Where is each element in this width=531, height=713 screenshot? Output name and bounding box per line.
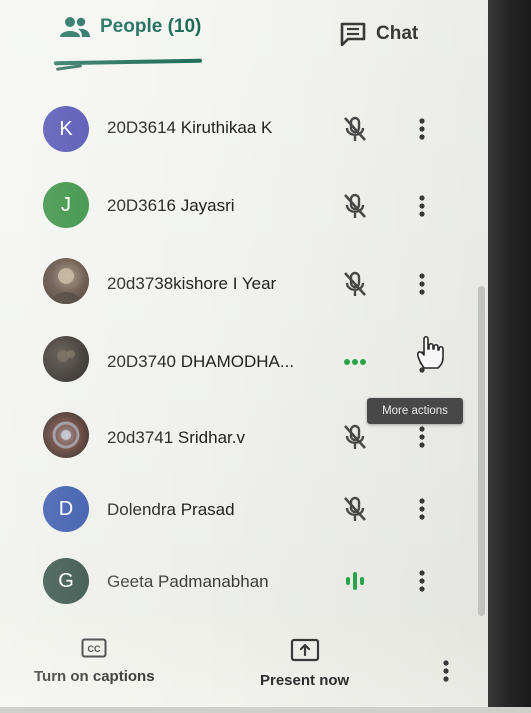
speaking-icon [340, 566, 370, 596]
participant-name: 20D3614 Kiruthikaa K [107, 118, 273, 137]
present-now-button[interactable]: Present now [260, 638, 349, 689]
avatar-initial: G [58, 569, 74, 592]
avatar-initial: K [59, 117, 73, 140]
mic-off-icon [340, 494, 370, 524]
participant-name: 20d3738kishore I Year [107, 274, 277, 293]
more-actions-tooltip: More actions [367, 398, 463, 424]
more-actions-button[interactable] [410, 191, 434, 221]
turn-on-captions-button[interactable]: CC Turn on captions [34, 638, 155, 685]
hand-cursor-icon [414, 334, 448, 375]
chat-icon [340, 22, 366, 46]
avatar-initial: D [58, 497, 74, 520]
mic-off-icon [340, 114, 370, 144]
avatar: D [43, 486, 89, 532]
participant-row: G Geeta Padmanabhan [0, 546, 488, 622]
more-vert-icon [419, 273, 425, 295]
tab-people-label: People (10) [100, 16, 202, 37]
captions-label: Turn on captions [34, 668, 155, 685]
more-vert-icon [419, 118, 425, 140]
more-actions-button[interactable] [410, 494, 434, 524]
participant-name: 20D3616 Jayasri [107, 196, 235, 215]
more-options-button[interactable] [434, 656, 458, 686]
more-actions-button[interactable] [410, 566, 434, 596]
avatar-initial: J [61, 193, 71, 216]
audio-dots-icon [340, 347, 370, 377]
tab-people[interactable]: People (10) [60, 16, 201, 38]
avatar: K [43, 106, 89, 152]
people-icon [60, 17, 90, 37]
scrollbar[interactable] [478, 286, 485, 616]
people-panel: People (10) Chat K 20D3614 Kiruthikaa K [0, 0, 488, 713]
participant-row: D Dolendra Prasad [0, 470, 488, 546]
more-vert-icon [419, 426, 425, 448]
participant-row: 20d3738kishore I Year [0, 242, 488, 318]
participant-name: 20d3741 Sridhar.v [107, 428, 245, 447]
bottom-action-bar: CC Turn on captions Present now [0, 616, 488, 713]
participant-row: K 20D3614 Kiruthikaa K [0, 90, 488, 166]
participant-row: J 20D3616 Jayasri [0, 166, 488, 242]
avatar-photo [43, 336, 89, 382]
avatar: J [43, 182, 89, 228]
more-actions-button[interactable] [410, 269, 434, 299]
avatar-photo [43, 258, 89, 304]
more-actions-button[interactable] [410, 114, 434, 144]
closed-captions-icon: CC [81, 638, 107, 658]
more-vert-icon [419, 195, 425, 217]
captions-icon-text: CC [88, 644, 101, 654]
more-vert-icon [419, 570, 425, 592]
more-vert-icon [419, 498, 425, 520]
participant-name: Geeta Padmanabhan [107, 572, 269, 591]
screen-photo: People (10) Chat K 20D3614 Kiruthikaa K [0, 0, 531, 713]
participant-name: Dolendra Prasad [107, 500, 235, 519]
participant-name: 20D3740 DHAMODHA... [107, 352, 295, 371]
mic-off-icon [340, 422, 370, 452]
mic-off-icon [340, 269, 370, 299]
tab-chat-label: Chat [376, 23, 419, 44]
mic-off-icon [340, 191, 370, 221]
tab-chat[interactable]: Chat [340, 22, 418, 46]
screen-bezel [484, 0, 531, 713]
present-label: Present now [260, 672, 350, 689]
avatar-photo [43, 412, 89, 458]
present-screen-icon [290, 638, 319, 662]
more-vert-icon [443, 660, 449, 682]
photo-bottom-edge [0, 707, 531, 713]
panel-tabs: People (10) Chat [0, 0, 488, 80]
avatar: G [43, 558, 89, 604]
more-actions-button[interactable] [410, 422, 434, 452]
